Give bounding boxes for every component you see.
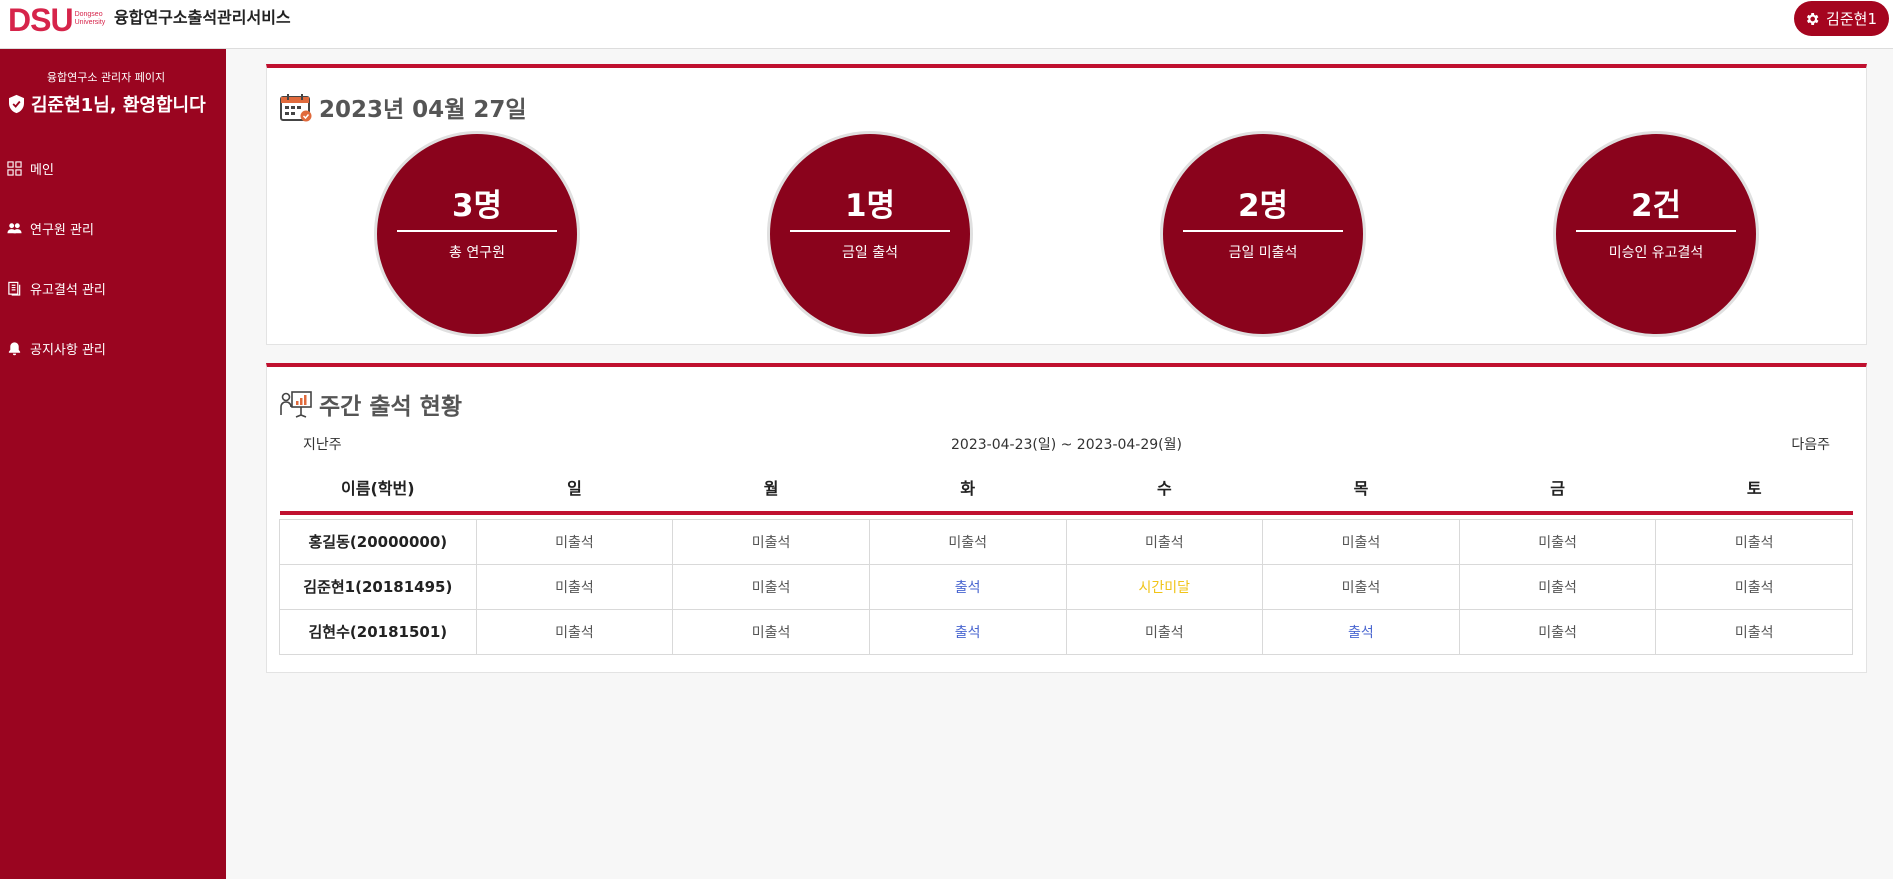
daily-summary-header: 2023년 04월 27일 (279, 90, 527, 124)
stat-label: 금일 출석 (842, 245, 898, 261)
column-header: 일 (476, 463, 673, 515)
stat-label: 미승인 유고결석 (1608, 245, 1704, 261)
researcher-name: 홍길동(20000000) (279, 518, 477, 565)
attendance-cell: 미출석 (868, 518, 1067, 565)
attendance-cell: 미출석 (475, 518, 674, 565)
stat-pending-absences: 2건 미승인 유고결석 (1556, 134, 1756, 334)
stat-value: 1명 (844, 188, 896, 224)
attendance-cell: 미출석 (475, 563, 674, 610)
gear-icon (1806, 12, 1819, 25)
attendance-cell: 출석 (868, 608, 1067, 655)
attendance-cell: 미출석 (1065, 608, 1264, 655)
stat-divider (1183, 230, 1343, 232)
stat-divider (1576, 230, 1736, 232)
attendance-cell: 미출석 (672, 608, 870, 655)
sidebar-item-absence[interactable]: 유고결석 관리 (6, 279, 106, 298)
column-header: 토 (1655, 463, 1853, 515)
bell-icon (6, 341, 22, 357)
stat-today-absent: 2명 금일 미출석 (1163, 134, 1363, 334)
table-row: 홍길동(20000000) 미출석 미출석 미출석 미출석 미출석 미출석 미출… (279, 518, 1853, 565)
researcher-name: 김현수(20181501) (279, 608, 477, 655)
stat-label: 금일 미출석 (1228, 245, 1298, 261)
logo-text: DSU (8, 2, 74, 38)
column-header: 목 (1262, 463, 1460, 515)
attendance-cell: 미출석 (1458, 608, 1657, 655)
user-name: 김준현1 (1826, 10, 1877, 28)
attendance-cell: 미출석 (1655, 608, 1853, 655)
attendance-cell: 미출석 (672, 563, 870, 610)
sidebar-item-label: 연구원 관리 (30, 223, 94, 238)
sidebar-item-label: 메인 (30, 163, 54, 178)
sidebar-item-researchers[interactable]: 연구원 관리 (6, 219, 94, 238)
sidebar-item-notice[interactable]: 공지사항 관리 (6, 339, 106, 358)
app-title: 융합연구소출석관리서비스 (114, 8, 291, 27)
attendance-cell: 미출석 (1458, 563, 1657, 610)
top-header: DSU Dongseo University 융합연구소출석관리서비스 김준현1 (0, 0, 1893, 49)
calendar-icon (280, 94, 312, 122)
stat-value: 2명 (1237, 188, 1289, 224)
table-header-row: 이름(학번) 일 월 화 수 목 금 토 (279, 463, 1853, 515)
attendance-cell: 미출석 (1262, 563, 1460, 610)
stat-divider (397, 230, 557, 232)
weekly-attendance-table: 이름(학번) 일 월 화 수 목 금 토 홍길동(20000000) 미출석 미… (279, 463, 1853, 655)
attendance-cell: 미출석 (1655, 518, 1853, 565)
stat-label: 총 연구원 (449, 245, 505, 261)
grid-icon (6, 161, 22, 177)
weekly-attendance-card: 주간 출석 현황 지난주 2023-04-23(일) ~ 2023-04-29(… (266, 363, 1867, 673)
week-range: 2023-04-23(일) ~ 2023-04-29(월) (951, 437, 1182, 453)
column-header: 수 (1066, 463, 1263, 515)
column-header: 화 (869, 463, 1066, 515)
welcome-text: 김준현1님, 환영합니다 (31, 95, 206, 116)
sidebar-item-label: 유고결석 관리 (30, 283, 106, 298)
attendance-cell: 미출석 (1458, 518, 1657, 565)
weekly-attendance-header: 주간 출석 현황 (279, 387, 462, 421)
shield-icon (9, 94, 24, 114)
logo-sub-line-2: University (74, 19, 106, 26)
table-row: 김현수(20181501) 미출석 미출석 출석 미출석 출석 미출석 미출석 (279, 608, 1853, 655)
column-header: 월 (672, 463, 870, 515)
attendance-cell: 미출석 (1655, 563, 1853, 610)
attendance-cell: 출석 (1262, 608, 1460, 655)
attendance-cell: 미출석 (475, 608, 674, 655)
stat-value: 2건 (1630, 188, 1682, 224)
next-week-link[interactable]: 다음주 (1791, 434, 1830, 454)
daily-summary-card: 2023년 04월 27일 3명 총 연구원 1명 금일 출석 2명 금일 미출… (266, 64, 1867, 345)
sidebar-item-main[interactable]: 메인 (6, 159, 54, 178)
attendance-cell: 미출석 (672, 518, 870, 565)
user-menu-button[interactable]: 김준현1 (1794, 1, 1889, 36)
dsu-logo[interactable]: DSU Dongseo University (8, 4, 105, 36)
stat-today-attendance: 1명 금일 출석 (770, 134, 970, 334)
column-header: 이름(학번) (279, 463, 477, 515)
sidebar-item-label: 공지사항 관리 (30, 343, 106, 358)
presentation-chart-icon (280, 391, 312, 418)
weekly-title: 주간 출석 현황 (319, 394, 462, 420)
document-icon (6, 281, 22, 297)
attendance-cell: 시간미달 (1065, 563, 1264, 610)
people-icon (6, 221, 22, 237)
researcher-name: 김준현1(20181495) (279, 563, 477, 610)
stat-total-researchers: 3명 총 연구원 (377, 134, 577, 334)
sidebar-caption: 융합연구소 관리자 페이지 (46, 71, 166, 84)
today-date: 2023년 04월 27일 (319, 97, 527, 123)
attendance-cell: 출석 (868, 563, 1067, 610)
welcome-message: 김준현1님, 환영합니다 (8, 91, 206, 117)
table-row: 김준현1(20181495) 미출석 미출석 출석 시간미달 미출석 미출석 미… (279, 563, 1853, 610)
stat-divider (790, 230, 950, 232)
logo-sub-line-1: Dongseo (74, 11, 103, 18)
stat-value: 3명 (451, 188, 503, 224)
column-header: 금 (1459, 463, 1656, 515)
attendance-cell: 미출석 (1065, 518, 1264, 565)
attendance-cell: 미출석 (1262, 518, 1460, 565)
sidebar: 융합연구소 관리자 페이지 김준현1님, 환영합니다 메인 연구원 관리 유고결… (0, 49, 226, 879)
